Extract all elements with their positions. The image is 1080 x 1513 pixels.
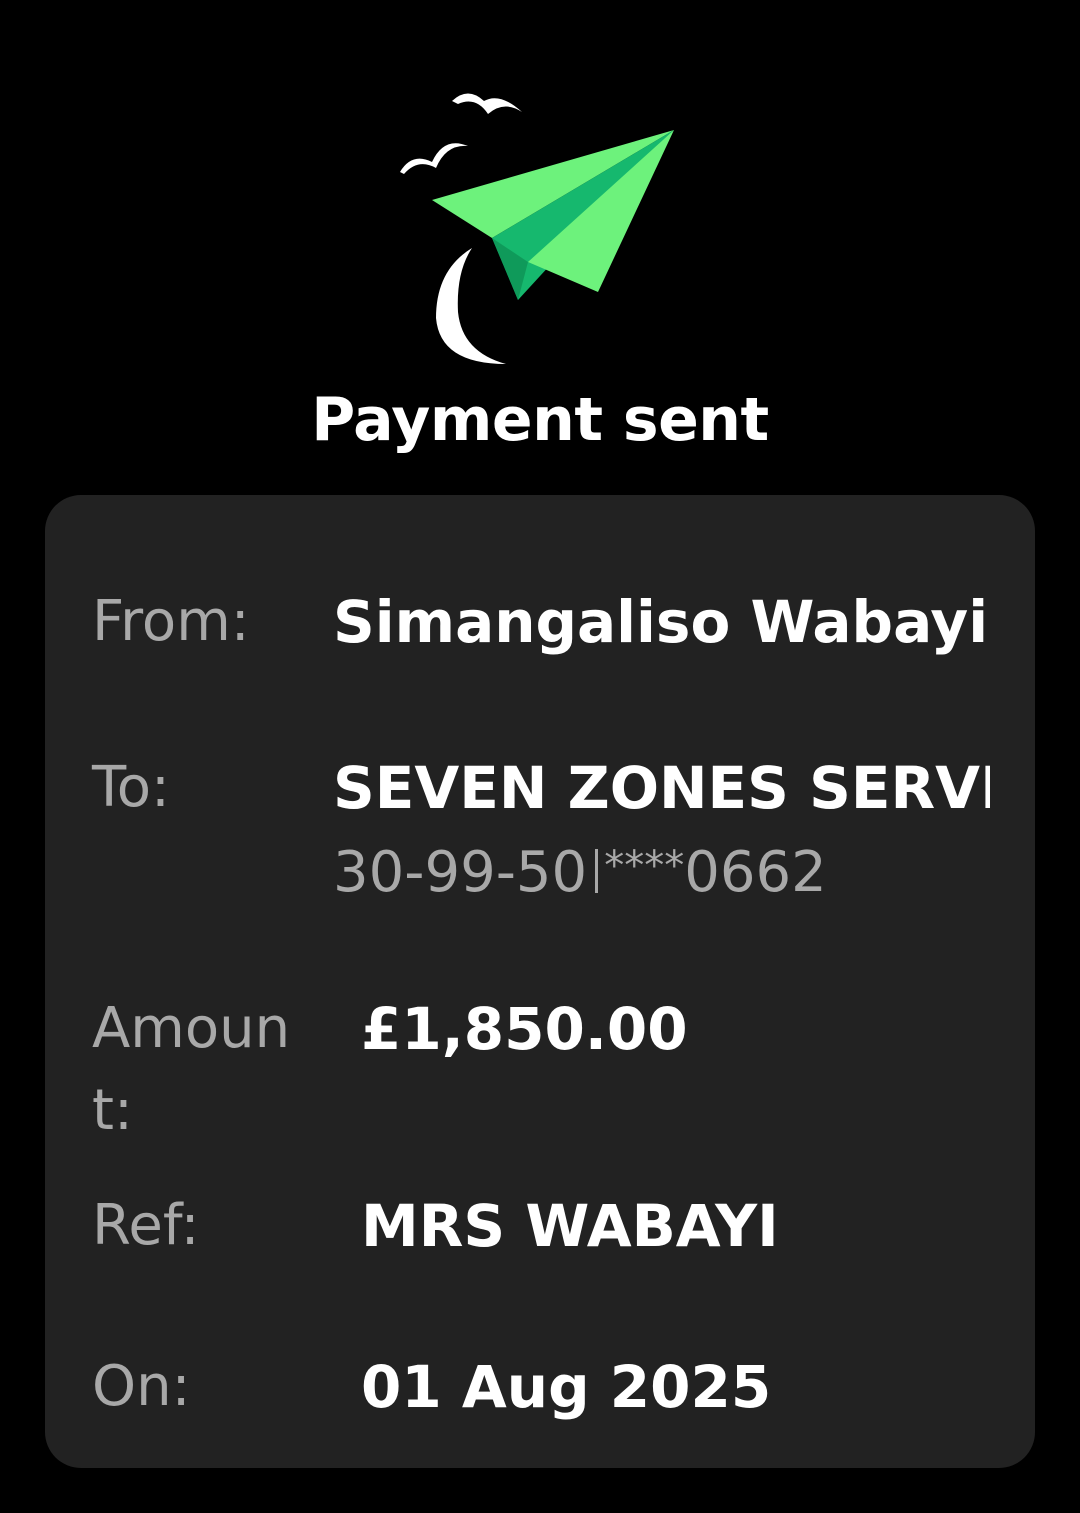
trail-swirl-icon [436,248,506,364]
separator [595,849,599,893]
amount-value: £1,850.00 [361,995,688,1063]
from-value: Simangaliso Wabayi [333,588,989,656]
ref-label: Ref: [92,1193,200,1258]
ref-value: MRS WABAYI [361,1192,779,1260]
success-hero: Payment sent [0,0,1080,470]
bird-icon [452,93,522,114]
date-label: On: [92,1354,191,1419]
to-value: SEVEN ZONES SERVIC [333,754,990,822]
account-mask: **** [604,843,685,889]
sort-code: 30-99-50 [333,840,588,905]
date-value: 01 Aug 2025 [361,1353,772,1421]
to-label: To: [92,755,170,820]
amount-label: Amount: [92,996,291,1143]
paper-plane-with-birds-icon [400,93,674,364]
bird-icon [400,143,468,174]
payment-details-card: From: Simangaliso Wabayi To: SEVEN ZONES… [45,495,1035,1468]
account-details: 30-99-50 ****0662 [333,825,827,914]
page-title: Payment sent [311,385,769,455]
account-last4: 0662 [684,840,827,905]
from-label: From: [92,589,250,654]
